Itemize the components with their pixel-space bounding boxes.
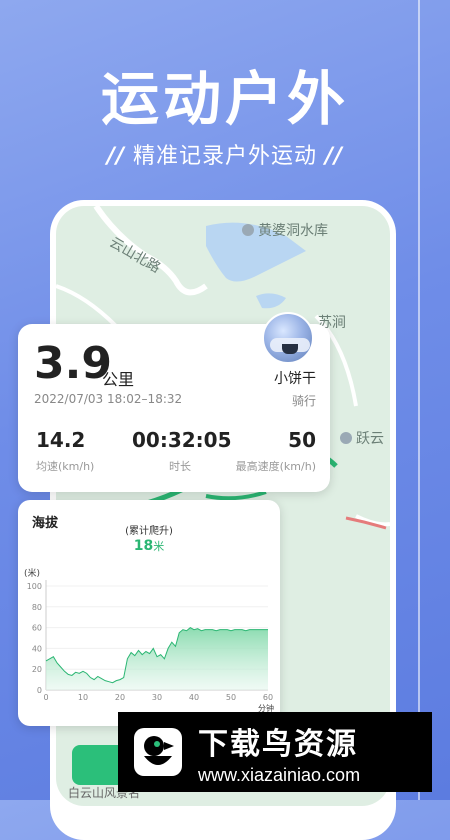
slash-left: //: [106, 144, 125, 169]
activity-summary-card: 3.9 公里 2022/07/03 18:02–18:32 小饼干 骑行 14.…: [18, 312, 330, 492]
duration-value: 00:32:05: [132, 428, 232, 452]
map-label-reservoir: 黄婆洞水库: [242, 220, 328, 240]
elevation-card: 海拔 (累计爬升) 18米 (米) 0 20 40 60 80 100 0 10 20 30 40 50…: [18, 500, 280, 726]
y-tick-label: 0: [37, 686, 42, 695]
date-range: 2022/07/03 18:02–18:32: [34, 392, 183, 406]
elevation-area: [46, 627, 268, 690]
x-tick-label: 40: [189, 693, 199, 702]
promo-subtitle-text: 精准记录户外运动: [132, 144, 317, 169]
y-tick-label: 60: [32, 624, 42, 633]
y-axis-label: (米): [24, 567, 40, 579]
elevation-chart: (米)0204060801000 10 20 30 40 50 60分钟: [24, 567, 274, 713]
stat-duration: 00:32:05 时长: [132, 428, 232, 474]
watermark-main: 下载鸟资源: [198, 726, 358, 762]
x-tick-label: 10: [78, 693, 88, 702]
avg-speed-value: 14.2: [36, 428, 86, 452]
watermark-banner: 下载鸟资源 www.xiazainiao.com: [118, 712, 432, 792]
map-label-place-b: 跃云: [340, 428, 384, 448]
watermark-url: www.xiazainiao.com: [198, 764, 361, 785]
stat-avg-speed: 14.2 均速(km/h): [36, 428, 94, 474]
x-tick-label: 20: [115, 693, 125, 702]
x-tick-label: 60: [263, 693, 273, 702]
stat-max-speed: 50 最高速度(km/h): [236, 428, 316, 474]
promo-title: 运动户外: [100, 65, 349, 133]
avatar[interactable]: [262, 312, 314, 364]
promo-subtitle: // 精准记录户外运动 //: [0, 138, 450, 170]
max-speed-value: 50: [288, 428, 316, 452]
poi-icon: [340, 432, 352, 444]
y-tick-label: 80: [32, 603, 42, 612]
map-label-reservoir-text: 黄婆洞水库: [258, 223, 328, 239]
avg-speed-label: 均速(km/h): [36, 460, 95, 473]
watermark-text: 下载鸟资源 www.xiazainiao.com: [198, 719, 360, 786]
distance-unit: 公里: [102, 370, 135, 389]
duration-label: 时长: [169, 460, 191, 473]
max-speed-label: 最高速度(km/h): [235, 460, 316, 473]
slash-right: //: [325, 144, 344, 169]
activity-type: 骑行: [291, 394, 316, 408]
avatar-cup: [282, 344, 298, 354]
distance-value: 3.9: [34, 338, 112, 389]
username: 小饼干: [274, 371, 316, 387]
x-tick-label: 0: [43, 693, 48, 702]
poi-icon: [242, 224, 254, 236]
map-label-place-b-text: 跃云: [356, 431, 384, 447]
bird-logo-icon: [128, 722, 188, 782]
x-tick-label: 30: [152, 693, 162, 702]
y-tick-label: 40: [32, 644, 42, 653]
x-tick-label: 50: [226, 693, 236, 702]
y-tick-label: 20: [32, 665, 42, 674]
y-tick-label: 100: [27, 582, 42, 591]
